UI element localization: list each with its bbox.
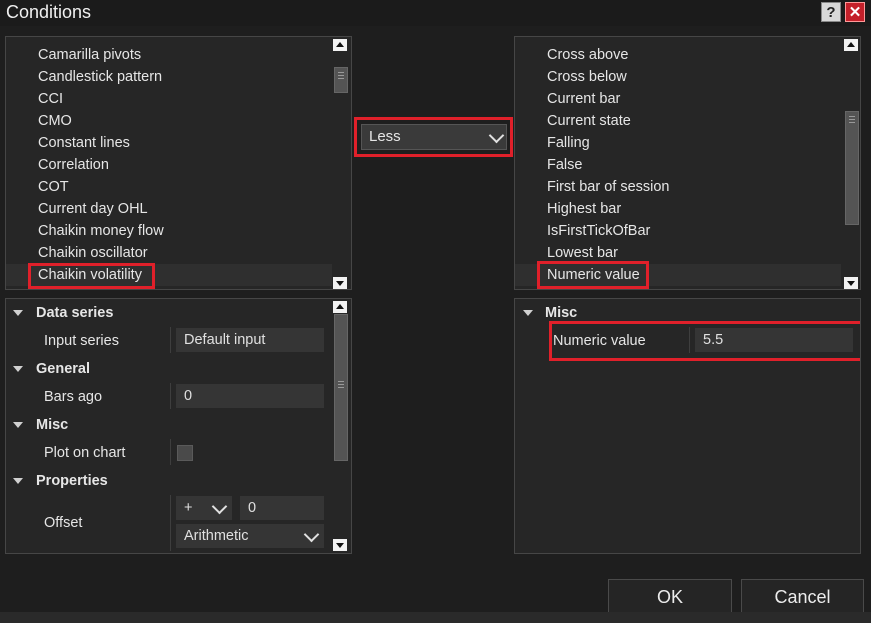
collapse-triangle-icon[interactable]: [523, 310, 533, 316]
window-title: Conditions: [6, 2, 92, 22]
highlight-box: [28, 263, 155, 289]
list-item[interactable]: Chaikin money flow: [38, 220, 164, 242]
bottom-edge: [0, 612, 871, 623]
input-series-field[interactable]: Default input: [176, 328, 324, 352]
scroll-down-icon[interactable]: [333, 277, 347, 289]
list-item[interactable]: Highest bar: [547, 198, 621, 220]
list-item[interactable]: CCI: [38, 88, 63, 110]
offset-value-field[interactable]: 0: [240, 496, 324, 520]
collapse-triangle-icon[interactable]: [13, 478, 23, 484]
list-item[interactable]: First bar of session: [547, 176, 670, 198]
indicator-properties: Data series Input series Default input G…: [5, 298, 352, 554]
highlight-box: [354, 117, 513, 157]
list-item[interactable]: Chaikin oscillator: [38, 242, 148, 264]
scroll-down-icon[interactable]: [844, 277, 858, 289]
collapse-triangle-icon[interactable]: [13, 310, 23, 316]
help-button[interactable]: ?: [821, 2, 841, 22]
offset-sign-select[interactable]: +: [176, 496, 232, 520]
highlight-box: [537, 261, 649, 289]
category-properties[interactable]: Properties: [6, 470, 332, 492]
category-misc[interactable]: Misc: [6, 414, 332, 436]
list-item[interactable]: Constant lines: [38, 132, 130, 154]
cancel-button[interactable]: Cancel: [741, 579, 864, 615]
scroll-up-icon[interactable]: [844, 39, 858, 51]
bars-ago-label: Bars ago: [44, 389, 103, 405]
input-series-label: Input series: [44, 333, 119, 349]
list-item[interactable]: Falling: [547, 132, 590, 154]
list-item[interactable]: IsFirstTickOfBar: [547, 220, 650, 242]
condition-properties: Misc Numeric value 5.5: [514, 298, 861, 554]
list-item[interactable]: CMO: [38, 110, 72, 132]
scrollbar[interactable]: [844, 37, 859, 289]
list-item[interactable]: Candlestick pattern: [38, 66, 162, 88]
offset-type-select[interactable]: Arithmetic: [176, 524, 324, 548]
scroll-thumb[interactable]: [334, 314, 348, 461]
list-item[interactable]: Current day OHL: [38, 198, 148, 220]
ok-button[interactable]: OK: [608, 579, 732, 615]
list-item[interactable]: Correlation: [38, 154, 109, 176]
condition-list: Cross above Cross below Current bar Curr…: [514, 36, 861, 290]
list-item[interactable]: False: [547, 154, 582, 176]
category-data-series[interactable]: Data series: [6, 302, 332, 324]
scroll-down-icon[interactable]: [333, 539, 347, 551]
list-item[interactable]: Cross below: [547, 66, 627, 88]
close-button[interactable]: ✕: [845, 2, 865, 22]
title-bar: [0, 0, 871, 26]
bars-ago-field[interactable]: 0: [176, 384, 324, 408]
collapse-triangle-icon[interactable]: [13, 366, 23, 372]
category-general[interactable]: General: [6, 358, 332, 380]
list-item[interactable]: Camarilla pivots: [38, 44, 141, 66]
list-item[interactable]: COT: [38, 176, 69, 198]
list-item[interactable]: Cross above: [547, 44, 628, 66]
offset-label: Offset: [44, 515, 83, 531]
scrollbar[interactable]: [333, 299, 348, 553]
scroll-up-icon[interactable]: [333, 301, 347, 313]
list-item[interactable]: Current bar: [547, 88, 620, 110]
scroll-thumb[interactable]: [334, 67, 348, 93]
scrollbar[interactable]: [333, 37, 348, 289]
chevron-down-icon: [303, 526, 320, 543]
plot-on-chart-checkbox[interactable]: [177, 445, 193, 461]
list-item[interactable]: Current state: [547, 110, 631, 132]
collapse-triangle-icon[interactable]: [13, 422, 23, 428]
scroll-thumb[interactable]: [845, 111, 859, 225]
scroll-up-icon[interactable]: [333, 39, 347, 51]
highlight-box: [549, 321, 860, 361]
chevron-down-icon: [211, 498, 228, 515]
plot-on-chart-label: Plot on chart: [44, 445, 126, 461]
indicator-list: Camarilla pivots Candlestick pattern CCI…: [5, 36, 352, 290]
